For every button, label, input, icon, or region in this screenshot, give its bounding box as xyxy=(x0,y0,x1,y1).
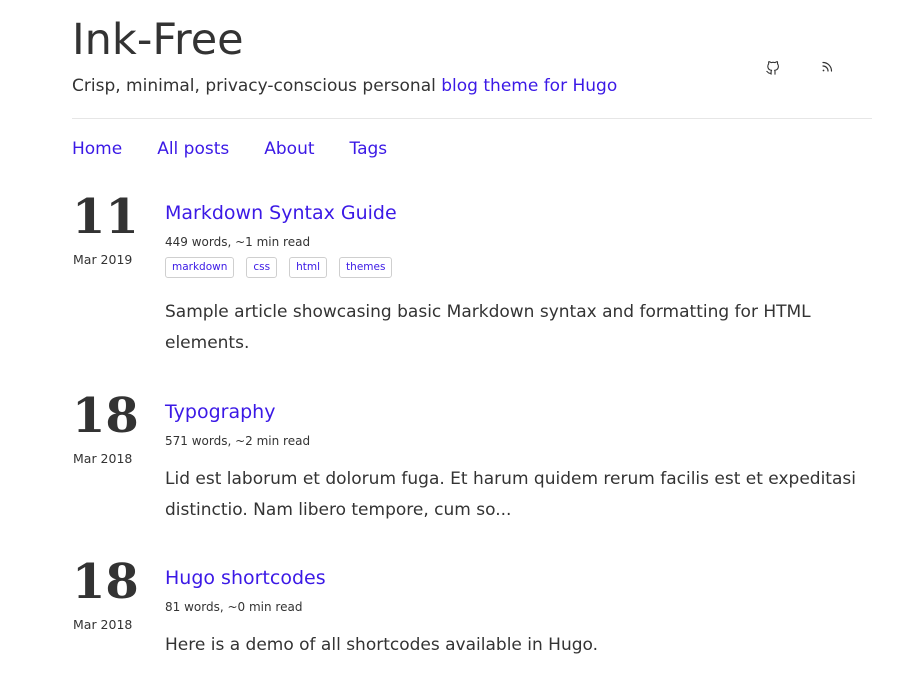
post-title-link[interactable]: Markdown Syntax Guide xyxy=(165,201,397,225)
post-tags: markdown css html themes xyxy=(165,257,393,278)
tag-themes[interactable]: themes xyxy=(339,257,393,278)
nav-home[interactable]: Home xyxy=(72,137,122,161)
post-day: 18 xyxy=(72,388,139,444)
post-title-link[interactable]: Typography xyxy=(165,400,275,424)
post-title-link[interactable]: Hugo shortcodes xyxy=(165,566,326,590)
header-icons xyxy=(765,58,835,76)
tag-css[interactable]: css xyxy=(246,257,278,278)
post-month: Mar 2019 xyxy=(73,252,133,267)
post-month: Mar 2018 xyxy=(73,451,133,466)
post-meta: 449 words, ~1 min read xyxy=(165,235,311,249)
post-meta: 571 words, ~2 min read xyxy=(165,434,311,448)
header-divider xyxy=(72,118,872,119)
github-icon[interactable] xyxy=(765,58,781,76)
post-summary: Here is a demo of all shortcodes availab… xyxy=(165,635,599,655)
post-summary: Lid est laborum et dolorum fuga. Et haru… xyxy=(165,469,856,520)
post-day: 11 xyxy=(72,189,139,245)
tag-markdown[interactable]: markdown xyxy=(165,257,235,278)
site-title[interactable]: Ink-Free xyxy=(72,14,244,66)
post-item: 18 Mar 2018 Typography 571 words, ~2 min… xyxy=(72,390,872,530)
nav-tags[interactable]: Tags xyxy=(350,137,388,161)
post-item: 11 Mar 2019 Markdown Syntax Guide 449 wo… xyxy=(72,191,872,361)
nav-all-posts[interactable]: All posts xyxy=(157,137,229,161)
nav-about[interactable]: About xyxy=(264,137,314,161)
site-tagline: Crisp, minimal, privacy-conscious person… xyxy=(72,75,617,97)
post-day: 18 xyxy=(72,554,139,610)
post-item: 18 Mar 2018 Hugo shortcodes 81 words, ~0… xyxy=(72,556,872,666)
post-month: Mar 2018 xyxy=(73,617,133,632)
tag-html[interactable]: html xyxy=(289,257,328,278)
rss-icon[interactable] xyxy=(819,58,835,76)
tagline-text: Crisp, minimal, privacy-conscious person… xyxy=(72,76,442,96)
post-summary: Sample article showcasing basic Markdown… xyxy=(165,302,811,353)
page: Ink-Free Crisp, minimal, privacy-conscio… xyxy=(0,0,916,678)
main-nav: Home All posts About Tags xyxy=(72,137,387,161)
tagline-link[interactable]: blog theme for Hugo xyxy=(441,76,617,96)
post-meta: 81 words, ~0 min read xyxy=(165,600,303,614)
